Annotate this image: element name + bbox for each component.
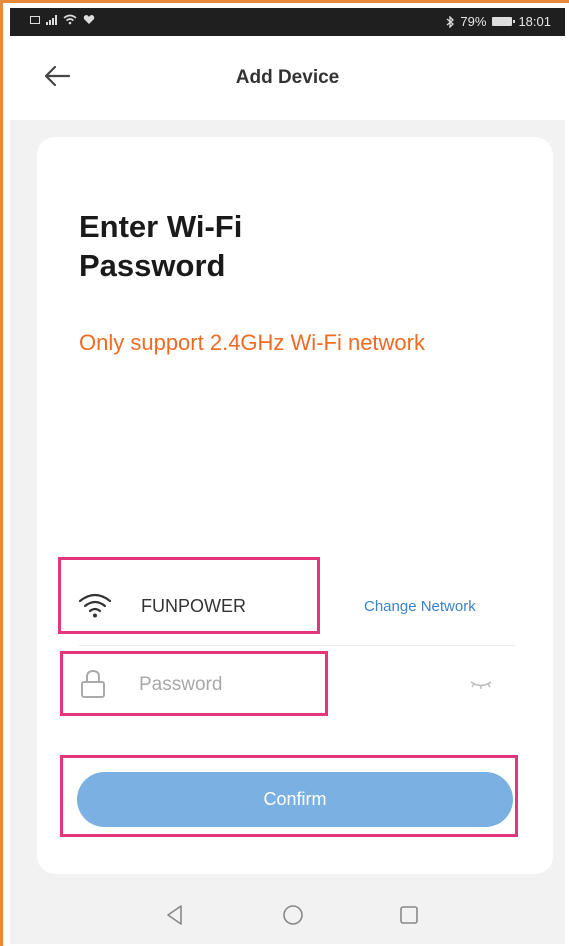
highlight-confirm-box	[60, 755, 518, 837]
highlight-network-box	[58, 557, 320, 634]
wifi-status-icon	[63, 14, 77, 25]
signal-icon	[46, 14, 57, 25]
nav-back-triangle-icon[interactable]	[162, 902, 188, 928]
battery-icon	[492, 17, 516, 26]
system-nav-bar	[10, 888, 565, 944]
field-divider	[79, 645, 515, 646]
page-title: Add Device	[235, 67, 340, 88]
card-title: Enter Wi-Fi Password	[79, 209, 243, 283]
eye-closed-icon[interactable]	[469, 678, 493, 690]
nav-home-circle-icon[interactable]	[280, 902, 306, 928]
status-bar: 79% 18:01	[10, 8, 565, 36]
status-time: 18:01	[518, 14, 551, 29]
heart-status-icon	[83, 15, 95, 24]
status-right-icons: 79% 18:01	[446, 14, 551, 29]
change-network-link[interactable]: Change Network	[364, 598, 476, 615]
highlight-password-box	[60, 651, 328, 716]
battery-percent: 79%	[460, 14, 487, 29]
frame-top-edge	[0, 0, 569, 3]
status-left-icons	[30, 14, 95, 25]
app-header: Add Device	[10, 36, 565, 120]
nav-recent-square-icon[interactable]	[396, 902, 422, 928]
frequency-warning: Only support 2.4GHz Wi-Fi network	[79, 330, 425, 355]
notification-icon	[30, 15, 40, 24]
frame-left-edge	[0, 0, 3, 946]
bluetooth-icon	[447, 15, 455, 28]
